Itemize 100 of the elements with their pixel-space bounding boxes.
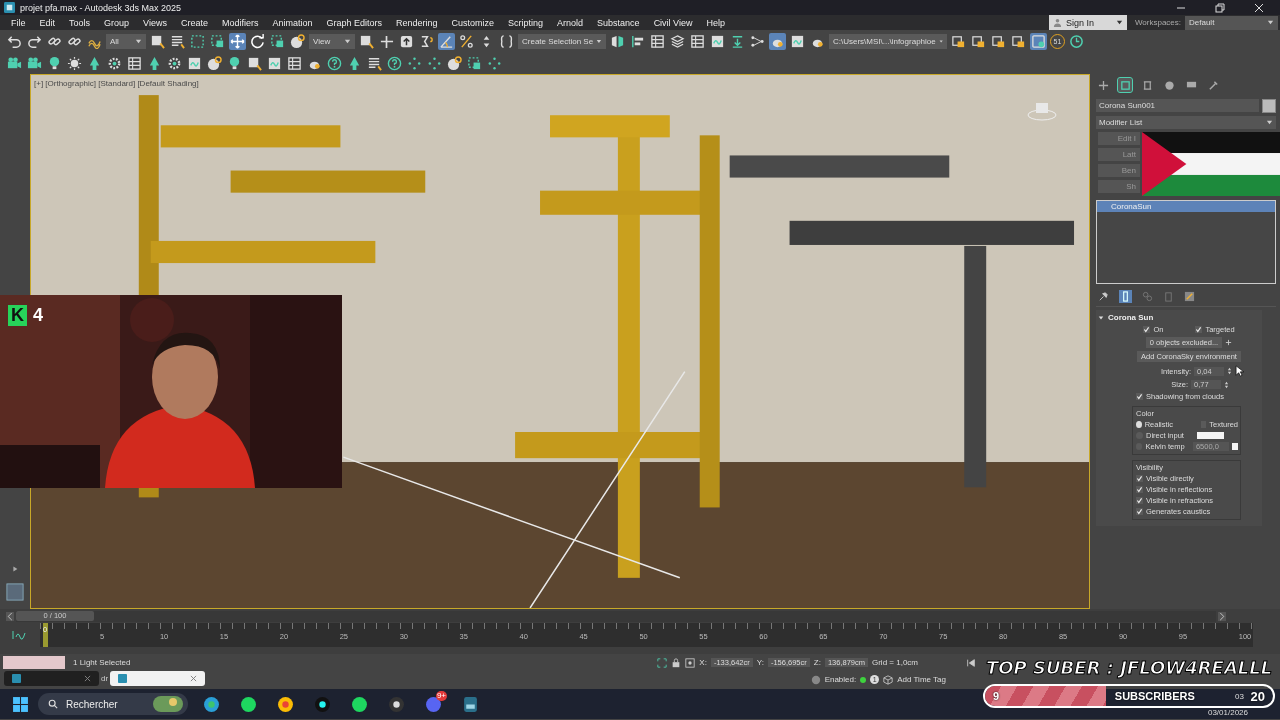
taskbar-app-icon[interactable] <box>276 695 294 713</box>
taskbar-app-icon[interactable] <box>202 695 220 713</box>
taskbar-app-icon[interactable] <box>350 695 368 713</box>
checkbox[interactable] <box>1143 326 1151 333</box>
end-result-icon[interactable] <box>1119 289 1132 303</box>
checkbox[interactable] <box>1136 486 1143 493</box>
lock-icon[interactable] <box>671 657 682 668</box>
configure-icon[interactable] <box>1184 290 1195 302</box>
play-icon[interactable] <box>11 565 19 573</box>
close-icon[interactable] <box>1254 2 1264 13</box>
enabled-label: Enabled: <box>824 675 857 684</box>
color-swatch[interactable] <box>1197 432 1224 439</box>
grid-icon[interactable] <box>286 54 303 72</box>
pin-icon[interactable] <box>1098 290 1109 302</box>
scene-explorer-icon[interactable] <box>649 32 666 50</box>
previous-frame-icon[interactable] <box>6 611 14 621</box>
color-swatch[interactable] <box>1231 443 1238 450</box>
reference-coordinate-dropdown[interactable]: View <box>309 33 355 49</box>
list-icon[interactable] <box>126 54 143 72</box>
render-setup-icon[interactable] <box>769 32 786 50</box>
percent-snap-icon[interactable] <box>458 32 475 50</box>
menu-item[interactable]: Scripting <box>501 17 551 28</box>
menu-item[interactable]: Views <box>136 17 174 28</box>
cursor-icon <box>1235 365 1244 377</box>
transform-mode-icon[interactable] <box>685 657 696 668</box>
taskbar-app-icon[interactable] <box>313 695 331 713</box>
panel-tab[interactable] <box>1162 78 1176 92</box>
scale-icon[interactable] <box>269 32 286 50</box>
isolate-icon[interactable] <box>657 657 668 668</box>
search-field[interactable]: Rechercher <box>38 693 188 715</box>
script-listener-field[interactable] <box>3 656 65 669</box>
menu-item[interactable]: Modifiers <box>214 17 266 28</box>
clock-date: 03/01/2026 <box>1207 708 1248 717</box>
window-thumbnail[interactable] <box>4 671 99 686</box>
clock-icon[interactable] <box>1068 32 1085 50</box>
panel-tab[interactable] <box>1118 78 1132 92</box>
checkbox[interactable] <box>1136 393 1143 400</box>
layer-explorer-icon[interactable] <box>669 32 686 50</box>
help-icon[interactable] <box>386 54 403 72</box>
menu-item[interactable]: Group <box>97 17 137 28</box>
menu-item[interactable]: Animation <box>265 17 320 28</box>
menu-item[interactable]: Civil View <box>646 17 700 28</box>
taskbar-app-icon[interactable] <box>239 695 257 713</box>
window-thumbnail[interactable] <box>110 671 206 686</box>
menu-item[interactable]: Rendering <box>389 17 445 28</box>
sun-icon[interactable] <box>66 54 83 72</box>
menu-item[interactable]: File <box>4 17 33 28</box>
move-icon[interactable] <box>229 32 246 50</box>
angle-snap-icon[interactable] <box>438 32 455 50</box>
add-icon[interactable] <box>1225 339 1233 346</box>
menu-item[interactable]: Graph Editors <box>319 17 389 28</box>
menu-item[interactable]: Arnold <box>550 17 591 28</box>
selection-region-icon[interactable] <box>189 32 206 50</box>
workspace-dropdown[interactable]: Default <box>1185 15 1278 30</box>
taskbar-app-icon[interactable] <box>461 695 479 713</box>
search-icon <box>48 699 58 709</box>
sign-in-button[interactable]: Sign In <box>1048 15 1127 30</box>
toolbar-toggle-icon[interactable] <box>689 32 706 50</box>
spinner-icon[interactable] <box>1224 380 1229 389</box>
dropdown-arrow-icon <box>596 37 602 45</box>
spinner-icon[interactable] <box>1227 367 1232 375</box>
window-crossing-icon[interactable] <box>209 32 226 50</box>
stack-item[interactable]: CoronaSun <box>1097 201 1275 212</box>
checkbox[interactable] <box>1195 326 1203 333</box>
object-name-field[interactable]: Corona Sun001 <box>1096 99 1259 112</box>
taskbar-app-icon[interactable] <box>387 695 405 713</box>
cube-icon[interactable] <box>883 674 894 685</box>
checkbox[interactable] <box>1136 475 1143 482</box>
dropdown-arrow-icon <box>1267 19 1274 26</box>
next-frame-icon[interactable] <box>1218 611 1226 621</box>
selection-filter-dropdown[interactable]: All <box>106 33 146 49</box>
menu-item[interactable]: Create <box>173 17 215 28</box>
start-icon[interactable] <box>12 695 29 713</box>
autobackup-icon[interactable] <box>1030 32 1047 50</box>
project-path-dropdown[interactable]: C:\Users\MSI\...\infographioe <box>829 33 947 49</box>
menu-item[interactable]: Customize <box>444 17 502 28</box>
rotate-icon[interactable] <box>249 32 266 50</box>
checkbox[interactable] <box>1136 508 1143 515</box>
placement-icon[interactable] <box>289 32 306 50</box>
subscriber-goal: 20 <box>1250 688 1265 704</box>
menu-item[interactable]: Edit <box>32 17 63 28</box>
edit-named-selection-icon[interactable] <box>498 32 515 50</box>
checkbox[interactable] <box>1136 497 1143 504</box>
help-icon[interactable] <box>326 54 343 72</box>
restore-icon[interactable] <box>1215 2 1225 13</box>
menu-item[interactable]: Substance <box>590 17 647 28</box>
panel-tab[interactable] <box>1096 78 1110 92</box>
radio-button[interactable] <box>1136 421 1142 428</box>
rollout-title[interactable]: Corona Sun <box>1108 313 1154 322</box>
add-time-tag-button[interactable]: Add Time Tag <box>897 675 946 684</box>
go-to-start-icon[interactable] <box>966 657 976 668</box>
collapse-icon[interactable] <box>1098 314 1104 321</box>
object-color-swatch[interactable] <box>1262 99 1276 113</box>
selection-set-dropdown[interactable]: Create Selection Se <box>518 33 606 49</box>
curve-editor-icon[interactable] <box>12 630 26 640</box>
edit-icon[interactable] <box>466 54 483 72</box>
modifier-list-dropdown[interactable]: Modifier List <box>1096 116 1276 129</box>
menu-item[interactable]: Help <box>699 17 732 28</box>
menu-item[interactable]: Tools <box>62 17 98 28</box>
workspaces-label: Workspaces: <box>1134 18 1181 27</box>
